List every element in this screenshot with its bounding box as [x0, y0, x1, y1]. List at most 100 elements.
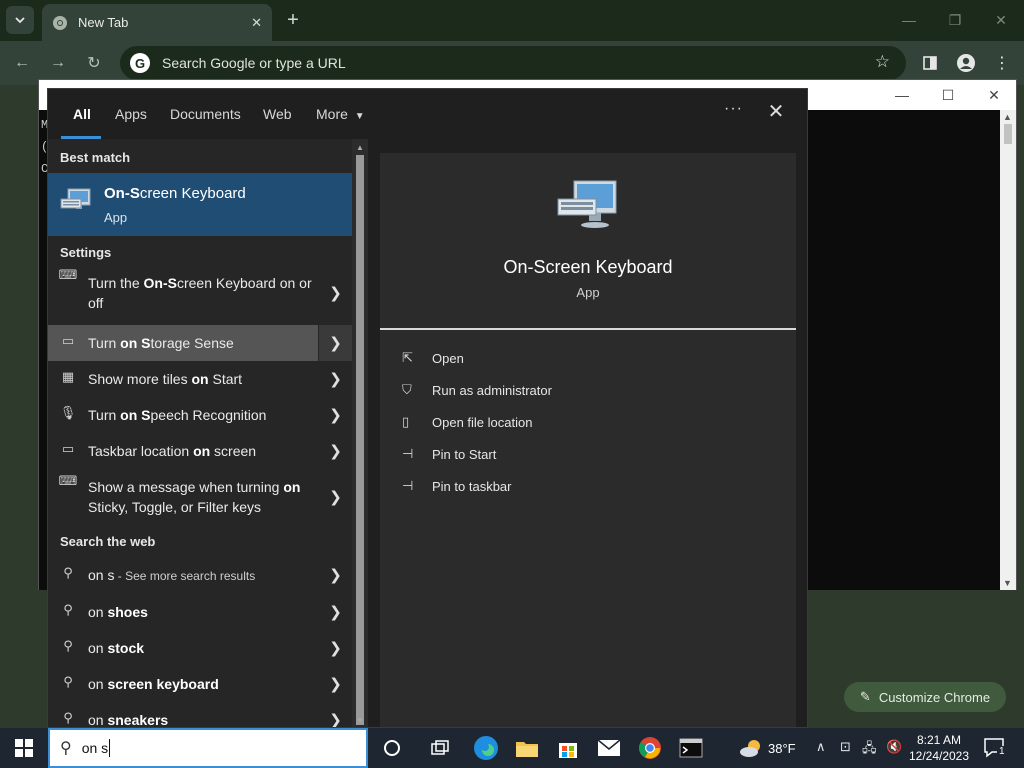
pin-icon: ⊣: [402, 478, 414, 493]
tab-documents[interactable]: Documents: [170, 106, 241, 122]
minimize-icon[interactable]: —: [886, 0, 932, 40]
chevron-up-icon[interactable]: ∧: [816, 739, 826, 755]
side-panel-icon[interactable]: [918, 51, 942, 75]
settings-item-taskbar-location[interactable]: ▭ Taskbar location on screen ❯: [48, 433, 352, 469]
customize-chrome-button[interactable]: ✎ Customize Chrome: [844, 682, 1006, 712]
chevron-right-icon[interactable]: ❯: [318, 267, 352, 319]
scroll-up-icon[interactable]: ▲: [1003, 112, 1012, 122]
omnibox-placeholder: Search Google or type a URL: [162, 55, 346, 71]
edge-icon[interactable]: [470, 732, 502, 764]
scroll-down-icon[interactable]: ▼: [1003, 578, 1012, 588]
chrome-menu-icon[interactable]: ⋮: [990, 51, 1014, 75]
chevron-right-icon[interactable]: ❯: [318, 361, 352, 397]
chevron-right-icon[interactable]: ❯: [318, 325, 352, 361]
action-pin-to-start[interactable]: ⊣ Pin to Start: [402, 443, 496, 465]
settings-item-more-tiles[interactable]: ▦ Show more tiles on Start ❯: [48, 361, 352, 397]
scroll-thumb[interactable]: [1004, 124, 1012, 144]
bookmark-star-icon[interactable]: ☆: [875, 52, 890, 72]
best-match-item[interactable]: On-Screen Keyboard App: [48, 173, 352, 236]
terminal-icon[interactable]: [675, 732, 707, 764]
settings-item-sticky-keys[interactable]: ⌨ Show a message when turning on Sticky,…: [48, 471, 352, 523]
restore-icon[interactable]: ❐: [932, 0, 978, 40]
google-g-icon: G: [130, 53, 150, 73]
task-view-icon[interactable]: [424, 732, 456, 764]
action-pin-to-taskbar[interactable]: ⊣ Pin to taskbar: [402, 475, 512, 497]
mail-icon[interactable]: [593, 732, 625, 764]
console-maximize-icon[interactable]: ☐: [925, 84, 971, 106]
result-label: on sneakers: [88, 712, 169, 728]
chrome-taskbar-icon[interactable]: [634, 732, 666, 764]
settings-item-storage-sense[interactable]: ▭ Turn on Storage Sense ❯: [48, 325, 352, 361]
web-item[interactable]: ⚲ on sneakers ❯: [48, 702, 352, 728]
back-icon[interactable]: ←: [10, 51, 34, 75]
omnibox[interactable]: G Search Google or type a URL ☆: [120, 46, 906, 80]
tab-close-icon[interactable]: ✕: [251, 15, 262, 31]
scroll-thumb[interactable]: [356, 155, 364, 725]
meet-now-icon[interactable]: ⊡: [840, 739, 851, 755]
result-label: on s - See more search results: [88, 567, 256, 583]
pin-icon: ⊣: [402, 446, 414, 461]
chevron-right-icon[interactable]: ❯: [318, 557, 352, 593]
settings-item-speech-recognition[interactable]: 🎙 Turn on Speech Recognition ❯: [48, 397, 352, 433]
preview-divider: [380, 328, 796, 330]
action-open[interactable]: ⇱ Open: [402, 347, 464, 369]
volume-muted-icon[interactable]: 🔇: [886, 739, 902, 755]
on-screen-keyboard-icon: [557, 180, 617, 228]
weather-cloud-icon: [740, 740, 760, 757]
results-scrollbar[interactable]: ▲ ▼: [352, 139, 368, 727]
weather-temp: 38°F: [768, 740, 796, 756]
chevron-right-icon[interactable]: ❯: [318, 397, 352, 433]
action-run-as-admin[interactable]: ⛉ Run as administrator: [402, 379, 552, 401]
chevron-right-icon[interactable]: ❯: [318, 471, 352, 523]
caret-down-icon: ▼: [354, 111, 365, 122]
scroll-up-icon[interactable]: ▲: [356, 143, 364, 152]
tab-all[interactable]: All: [73, 106, 91, 122]
new-tab-button[interactable]: +: [282, 8, 304, 32]
open-icon: ⇱: [402, 350, 413, 365]
settings-item-onscreen-keyboard[interactable]: ⌨ Turn the On-Screen Keyboard on or off …: [48, 267, 352, 319]
tab-search-button[interactable]: [6, 6, 34, 34]
search-icon: ⚲: [63, 638, 73, 653]
file-explorer-icon[interactable]: [511, 732, 543, 764]
result-label: Taskbar location on screen: [88, 443, 257, 459]
store-icon[interactable]: [552, 732, 584, 764]
search-flyout: All Apps Documents Web More ▼ ··· ✕ Best…: [47, 88, 808, 728]
search-input[interactable]: ⚲ on s: [48, 728, 368, 768]
chevron-right-icon[interactable]: ❯: [318, 630, 352, 666]
weather-widget[interactable]: 38°F: [738, 738, 796, 758]
chevron-right-icon[interactable]: ❯: [318, 666, 352, 702]
reload-icon[interactable]: ↻: [82, 51, 106, 75]
scroll-down-icon[interactable]: ▼: [356, 716, 364, 725]
web-item[interactable]: ⚲ on s - See more search results ❯: [48, 557, 352, 593]
chevron-right-icon[interactable]: ❯: [318, 433, 352, 469]
web-heading: Search the web: [60, 534, 156, 549]
tab-apps[interactable]: Apps: [115, 106, 147, 122]
forward-icon[interactable]: →: [46, 51, 70, 75]
close-window-icon[interactable]: ✕: [978, 0, 1024, 40]
console-minimize-icon[interactable]: —: [879, 84, 925, 106]
tab-more[interactable]: More ▼: [316, 106, 365, 122]
chevron-right-icon[interactable]: ❯: [318, 702, 352, 727]
clock-date: 12/24/2023: [908, 749, 970, 763]
web-item[interactable]: ⚲ on stock ❯: [48, 630, 352, 666]
web-item[interactable]: ⚲ on screen keyboard ❯: [48, 666, 352, 702]
console-scrollbar[interactable]: ▲ ▼: [1000, 110, 1016, 590]
file-icon: ▯: [402, 414, 410, 429]
web-item[interactable]: ⚲ on shoes ❯: [48, 594, 352, 630]
chevron-right-icon[interactable]: ❯: [318, 594, 352, 630]
clock[interactable]: 8:21 AM 12/24/2023: [908, 732, 970, 764]
network-icon[interactable]: 🖧: [862, 739, 877, 761]
tiles-icon: ▦: [61, 369, 75, 384]
close-icon[interactable]: ✕: [764, 99, 788, 123]
profile-avatar-icon[interactable]: [954, 51, 978, 75]
tab-web[interactable]: Web: [263, 106, 292, 122]
keyboard-icon: ⌨: [58, 473, 78, 488]
action-label: Run as administrator: [432, 382, 552, 398]
action-open-file-location[interactable]: ▯ Open file location: [402, 411, 532, 433]
console-close-icon[interactable]: ✕: [971, 84, 1017, 106]
chrome-tab[interactable]: New Tab ✕: [42, 4, 272, 41]
start-button[interactable]: [0, 728, 48, 768]
cortana-icon[interactable]: [376, 732, 408, 764]
more-options-icon[interactable]: ···: [724, 100, 746, 122]
notification-center-icon[interactable]: 1: [984, 738, 1007, 758]
